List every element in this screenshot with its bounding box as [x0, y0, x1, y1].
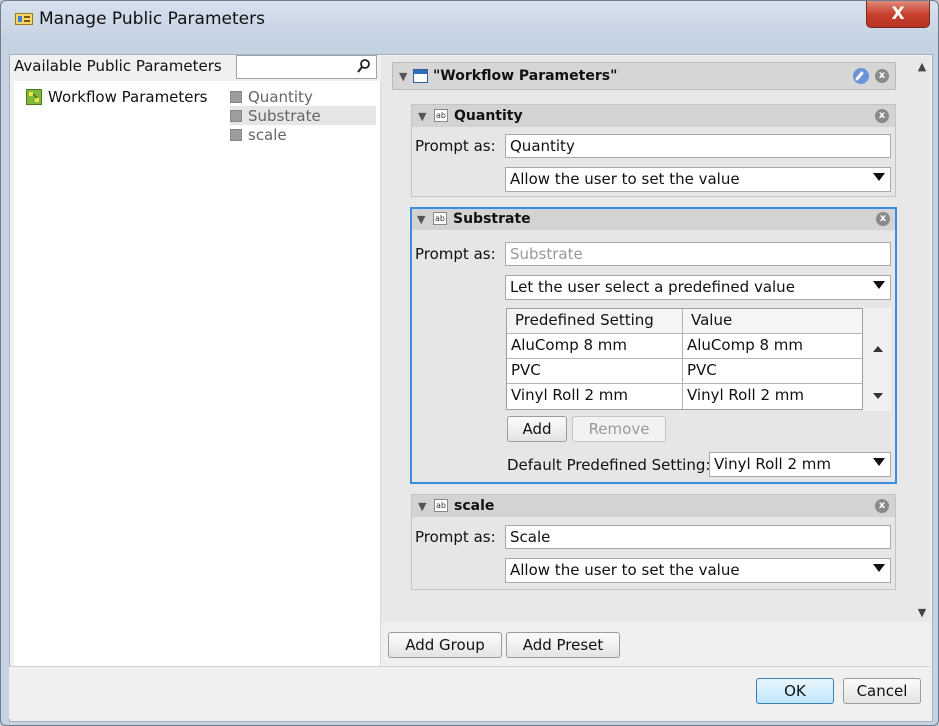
table-cell[interactable]: Vinyl Roll 2 mm — [683, 384, 862, 409]
collapse-triangle-icon[interactable]: ▼ — [418, 500, 426, 513]
remove-parameter-icon[interactable]: x — [875, 109, 889, 123]
default-setting-label: Default Predefined Setting: — [507, 456, 711, 474]
card-title: scale — [454, 498, 495, 514]
close-icon: X — [891, 4, 905, 24]
group-title: "Workflow Parameters" — [433, 68, 618, 84]
tree-panel: Workflow Parameters — [14, 81, 227, 666]
table-cell[interactable]: AluComp 8 mm — [683, 334, 862, 358]
collapse-triangle-icon[interactable]: ▼ — [399, 70, 407, 83]
column-header[interactable]: Predefined Setting — [507, 309, 683, 333]
scale-prompt-input[interactable]: Scale — [505, 525, 891, 549]
scroll-down-icon[interactable] — [873, 393, 883, 399]
window-title: Manage Public Parameters — [39, 9, 265, 29]
card-header[interactable]: ▼ ab scale x — [412, 495, 895, 517]
chevron-down-icon — [873, 458, 885, 466]
list-item-label: Quantity — [248, 87, 313, 106]
card-title: Substrate — [453, 211, 531, 227]
scroll-up-icon[interactable]: ▲ — [916, 61, 928, 72]
card-header[interactable]: ▼ ab Substrate x — [412, 209, 895, 230]
tree-item-workflow-parameters[interactable]: Workflow Parameters — [26, 88, 208, 106]
list-item-label: scale — [248, 125, 287, 144]
close-window-button[interactable]: X — [866, 1, 930, 28]
select-value: Vinyl Roll 2 mm — [714, 455, 831, 473]
parameter-list: Quantity Substrate scale — [226, 81, 381, 666]
text-field-icon: ab — [433, 212, 447, 225]
title-bar[interactable]: Manage Public Parameters X — [1, 1, 938, 37]
parameter-icon — [230, 109, 242, 122]
ok-button[interactable]: OK — [756, 678, 834, 704]
scroll-down-icon[interactable]: ▼ — [916, 607, 928, 618]
workflow-group-header[interactable]: ▼ "Workflow Parameters" x — [392, 62, 896, 90]
cancel-button[interactable]: Cancel — [843, 678, 921, 704]
workflow-icon — [26, 89, 42, 105]
chevron-down-icon — [873, 281, 885, 289]
dialog-icon — [15, 13, 33, 25]
card-header[interactable]: ▼ ab Quantity x — [412, 105, 895, 127]
list-item-quantity[interactable]: Quantity — [230, 87, 376, 106]
list-item-label: Substrate — [248, 106, 321, 125]
add-group-button[interactable]: Add Group — [388, 632, 502, 658]
table-header-row: Predefined Setting Value — [507, 309, 862, 334]
remove-parameter-icon[interactable]: x — [876, 212, 890, 226]
quantity-mode-select[interactable]: Allow the user to set the value — [505, 167, 891, 192]
text-field-icon: ab — [434, 499, 448, 512]
table-cell[interactable]: PVC — [507, 359, 683, 383]
text-field-icon: ab — [434, 109, 448, 122]
table-cell[interactable]: Vinyl Roll 2 mm — [507, 384, 683, 409]
collapse-triangle-icon[interactable]: ▼ — [417, 213, 425, 226]
table-row[interactable]: AluComp 8 mm AluComp 8 mm — [507, 334, 862, 359]
card-title: Quantity — [454, 108, 523, 124]
search-icon[interactable] — [356, 58, 372, 74]
prompt-label: Prompt as: — [415, 528, 496, 546]
substrate-prompt-input[interactable]: Substrate — [505, 242, 891, 266]
editor-scrollbar[interactable] — [914, 56, 930, 622]
remove-setting-button[interactable]: Remove — [572, 416, 666, 442]
table-scrollbar[interactable] — [863, 308, 891, 411]
remove-parameter-icon[interactable]: x — [875, 499, 889, 513]
tree-item-label: Workflow Parameters — [48, 88, 208, 106]
quantity-prompt-input[interactable]: Quantity — [505, 134, 891, 158]
select-value: Allow the user to set the value — [510, 561, 740, 579]
select-value: Allow the user to set the value — [510, 170, 740, 188]
table-cell[interactable]: PVC — [683, 359, 862, 383]
window-icon — [413, 69, 428, 83]
list-item-substrate[interactable]: Substrate — [230, 106, 376, 125]
prompt-label: Prompt as: — [415, 245, 496, 263]
prompt-label: Prompt as: — [415, 137, 496, 155]
predefined-settings-table[interactable]: Predefined Setting Value AluComp 8 mm Al… — [506, 308, 863, 410]
column-header[interactable]: Value — [683, 309, 862, 333]
remove-group-icon[interactable]: x — [875, 69, 889, 83]
table-cell[interactable]: AluComp 8 mm — [507, 334, 683, 358]
collapse-triangle-icon[interactable]: ▼ — [418, 110, 426, 123]
default-setting-select[interactable]: Vinyl Roll 2 mm — [709, 452, 891, 477]
add-preset-button[interactable]: Add Preset — [506, 632, 620, 658]
table-row[interactable]: PVC PVC — [507, 359, 862, 384]
search-input[interactable] — [236, 55, 377, 79]
parameter-icon — [230, 128, 242, 141]
substrate-mode-select[interactable]: Let the user select a predefined value — [505, 275, 891, 300]
parameter-icon — [230, 90, 242, 103]
chevron-down-icon — [873, 173, 885, 181]
scale-mode-select[interactable]: Allow the user to set the value — [505, 558, 891, 583]
chevron-down-icon — [873, 564, 885, 572]
list-item-scale[interactable]: scale — [230, 125, 376, 144]
table-row[interactable]: Vinyl Roll 2 mm Vinyl Roll 2 mm — [507, 384, 862, 409]
add-setting-button[interactable]: Add — [507, 416, 567, 442]
edit-icon[interactable] — [853, 68, 869, 84]
select-value: Let the user select a predefined value — [510, 278, 795, 296]
scroll-up-icon[interactable] — [873, 346, 883, 352]
available-parameters-label: Available Public Parameters — [14, 57, 222, 75]
